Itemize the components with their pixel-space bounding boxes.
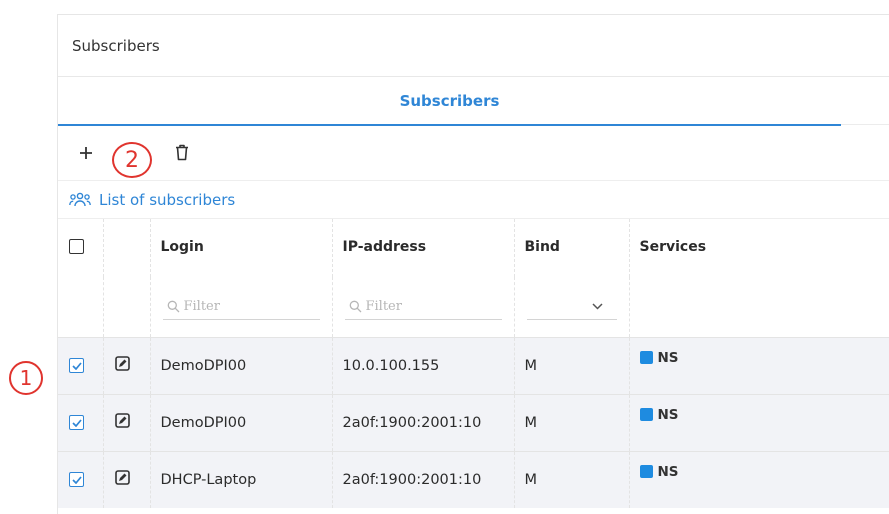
list-title: List of subscribers xyxy=(58,181,889,219)
service-label: NS xyxy=(657,406,679,423)
column-header-services[interactable]: Services xyxy=(629,219,889,277)
toolbar xyxy=(58,125,889,181)
subscribers-table: Login IP-address Bind Services Filter Fi… xyxy=(58,219,889,508)
select-all-cell xyxy=(58,219,104,277)
table-row[interactable]: DemoDPI00 10.0.100.155 M NS xyxy=(58,336,889,394)
filter-row: Filter Filter xyxy=(58,277,889,337)
row-checkbox[interactable] xyxy=(69,415,84,430)
table-row[interactable]: DHCP-Laptop 2a0f:1900:2001:10 M NS xyxy=(58,450,889,508)
row-checkbox[interactable] xyxy=(69,358,84,373)
delete-button[interactable] xyxy=(172,143,192,163)
service-badge: NS xyxy=(639,463,679,480)
select-all-checkbox[interactable] xyxy=(69,239,84,254)
edit-icon[interactable] xyxy=(114,470,130,486)
table-row[interactable]: DemoDPI00 2a0f:1900:2001:10 M NS xyxy=(58,393,889,451)
bind-cell: M xyxy=(514,393,630,451)
column-header-login[interactable]: Login xyxy=(150,219,333,277)
ip-cell: 10.0.100.155 xyxy=(332,336,515,394)
ip-filter-input[interactable]: Filter xyxy=(344,294,502,320)
service-badge: NS xyxy=(639,349,679,366)
trash-icon xyxy=(176,144,188,161)
tab-subscribers[interactable]: Subscribers xyxy=(58,77,841,125)
table-header-row: Login IP-address Bind Services xyxy=(58,219,889,277)
checkmark-icon xyxy=(71,418,82,427)
service-color-swatch xyxy=(639,408,653,421)
plus-icon xyxy=(80,146,92,159)
column-header-bind[interactable]: Bind xyxy=(514,219,630,277)
service-color-swatch xyxy=(639,351,653,364)
chevron-down-icon xyxy=(591,303,603,310)
annotation-marker-2: 2 xyxy=(112,142,152,178)
login-cell: DemoDPI00 xyxy=(150,393,333,451)
annotation-marker-1: 1 xyxy=(9,361,43,395)
checkmark-icon xyxy=(71,476,82,484)
tab-bar: Subscribers xyxy=(58,77,889,126)
column-header-ip-address[interactable]: IP-address xyxy=(332,219,515,277)
login-filter-placeholder: Filter xyxy=(183,298,220,314)
users-group-icon xyxy=(69,192,91,206)
bind-cell: M xyxy=(514,450,630,508)
ip-filter-placeholder: Filter xyxy=(365,298,402,314)
service-label: NS xyxy=(657,463,679,480)
service-label: NS xyxy=(657,349,679,366)
service-badge: NS xyxy=(639,406,679,423)
subscribers-panel: Subscribers Subscribers List of subscrib… xyxy=(57,14,889,514)
active-tab-indicator xyxy=(58,124,841,126)
list-title-label: List of subscribers xyxy=(99,190,236,209)
search-icon xyxy=(167,300,179,313)
add-button[interactable] xyxy=(76,143,96,163)
login-cell: DHCP-Laptop xyxy=(150,450,333,508)
login-filter-input[interactable]: Filter xyxy=(162,294,320,320)
ip-cell: 2a0f:1900:2001:10 xyxy=(332,450,515,508)
login-cell: DemoDPI00 xyxy=(150,336,333,394)
row-checkbox[interactable] xyxy=(69,472,84,488)
service-color-swatch xyxy=(639,465,653,478)
search-icon xyxy=(349,300,361,313)
bind-filter-select[interactable] xyxy=(526,294,617,320)
checkmark-icon xyxy=(71,361,82,370)
panel-title: Subscribers xyxy=(58,15,889,77)
ip-cell: 2a0f:1900:2001:10 xyxy=(332,393,515,451)
edit-icon[interactable] xyxy=(114,413,130,428)
edit-icon[interactable] xyxy=(114,356,130,371)
bind-cell: M xyxy=(514,336,630,394)
edit-column-header xyxy=(103,219,151,277)
